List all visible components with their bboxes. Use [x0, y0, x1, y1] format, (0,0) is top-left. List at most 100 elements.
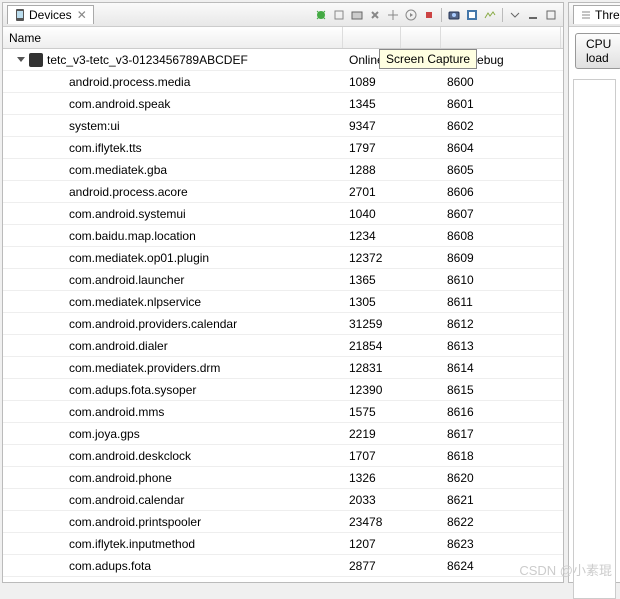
process-port: 8605	[441, 160, 561, 180]
process-name: com.iflytek.tts	[3, 138, 343, 158]
col-pid[interactable]	[343, 27, 401, 48]
process-pid: 2219	[343, 424, 401, 444]
device-row[interactable]: tetc_v3-tetc_v3-0123456789ABCDEFOnline5.…	[3, 49, 563, 71]
process-row[interactable]: android.process.acore2701 8606	[3, 181, 563, 203]
process-row[interactable]: com.iflytek.inputmethod12078623	[3, 533, 563, 555]
process-row[interactable]: com.iflytek.tts17978604	[3, 137, 563, 159]
process-pid: 1234	[343, 226, 401, 246]
minimize-icon[interactable]	[525, 7, 541, 23]
process-row[interactable]: system_process7658633	[3, 577, 563, 583]
process-pid: 1305	[343, 292, 401, 312]
process-row[interactable]: system:ui93478602	[3, 115, 563, 137]
debug-icon[interactable]	[313, 7, 329, 23]
process-pid: 31259	[343, 314, 401, 334]
process-name: com.android.launcher	[3, 270, 343, 290]
process-name: android.process.acore	[3, 182, 343, 202]
process-row[interactable]: com.android.dialer218548613	[3, 335, 563, 357]
process-pid: 1040	[343, 204, 401, 224]
heap-icon[interactable]	[331, 7, 347, 23]
col-name[interactable]: Name	[3, 27, 343, 48]
device-icon	[14, 8, 26, 22]
process-row[interactable]: com.baidu.map.location1234 8608	[3, 225, 563, 247]
process-row[interactable]: com.android.launcher13658610	[3, 269, 563, 291]
update-threads-icon[interactable]	[385, 7, 401, 23]
process-row[interactable]: com.mediatek.gba12888605	[3, 159, 563, 181]
process-row[interactable]: com.android.systemui10408607	[3, 203, 563, 225]
process-name: com.android.speak	[3, 94, 343, 114]
process-port: 8618	[441, 446, 561, 466]
stop-icon[interactable]	[421, 7, 437, 23]
process-name: system_process	[3, 578, 343, 584]
process-row[interactable]: android.process.media10898600	[3, 71, 563, 93]
threads-content	[573, 79, 616, 599]
process-port: 8615	[441, 380, 561, 400]
gc-icon[interactable]	[367, 7, 383, 23]
devices-toolbar	[313, 7, 559, 23]
devices-tab-label: Devices	[29, 8, 72, 22]
process-row[interactable]: com.android.phone13268620	[3, 467, 563, 489]
process-name: com.iflytek.inputmethod	[3, 534, 343, 554]
process-port: 8616	[441, 402, 561, 422]
col-port[interactable]	[441, 27, 561, 48]
process-pid: 1345	[343, 94, 401, 114]
process-name: com.joya.gps	[3, 424, 343, 444]
process-row[interactable]: com.adups.fota28778624	[3, 555, 563, 577]
watermark-right: CSDN @小素琨	[519, 560, 612, 579]
devices-tabbar: Devices ✕	[3, 3, 563, 27]
process-port: 8604	[441, 138, 561, 158]
threads-tab-label: Threads	[595, 8, 620, 22]
process-port: 8606	[441, 182, 561, 202]
process-row[interactable]: com.joya.gps22198617	[3, 423, 563, 445]
process-row[interactable]: com.mediatek.providers.drm128318614	[3, 357, 563, 379]
process-pid: 2877	[343, 556, 401, 576]
view-menu-icon[interactable]	[507, 7, 523, 23]
screen-capture-icon[interactable]	[446, 7, 462, 23]
process-row[interactable]: com.android.mms15758616	[3, 401, 563, 423]
process-port: 8621	[441, 490, 561, 510]
process-name: com.android.calendar	[3, 490, 343, 510]
devices-tab[interactable]: Devices ✕	[7, 5, 94, 24]
process-name: com.baidu.map.location	[3, 226, 343, 246]
process-pid: 1365	[343, 270, 401, 290]
process-port: 8612	[441, 314, 561, 334]
cpu-load-button[interactable]: CPU load	[575, 33, 620, 69]
process-port: 8608	[441, 226, 561, 246]
process-name: com.android.deskclock	[3, 446, 343, 466]
close-icon[interactable]: ✕	[77, 8, 87, 22]
tooltip-screen-capture: Screen Capture	[379, 49, 477, 69]
maximize-icon[interactable]	[543, 7, 559, 23]
process-name: com.mediatek.gba	[3, 160, 343, 180]
process-port: 8601	[441, 94, 561, 114]
process-row[interactable]: com.mediatek.op01.plugin123728609	[3, 247, 563, 269]
process-pid: 1575	[343, 402, 401, 422]
dump-icon[interactable]	[349, 7, 365, 23]
start-method-icon[interactable]	[403, 7, 419, 23]
threads-panel: Threads CPU load	[568, 2, 620, 583]
systrace-icon[interactable]	[482, 7, 498, 23]
process-pid: 12390	[343, 380, 401, 400]
expand-icon[interactable]	[17, 57, 25, 62]
process-row[interactable]: com.android.deskclock17078618	[3, 445, 563, 467]
process-port: 8620	[441, 468, 561, 488]
process-pid: 2701	[343, 182, 401, 202]
threads-tab[interactable]: Threads	[573, 5, 620, 24]
process-name: com.android.systemui	[3, 204, 343, 224]
process-name: com.android.dialer	[3, 336, 343, 356]
process-pid: 12372	[343, 248, 401, 268]
process-row[interactable]: com.android.providers.calendar312598612	[3, 313, 563, 335]
process-name: com.adups.fota.sysoper	[3, 380, 343, 400]
process-port: 8600	[441, 72, 561, 92]
process-name: com.android.printspooler	[3, 512, 343, 532]
process-row[interactable]: com.adups.fota.sysoper12390 8615	[3, 379, 563, 401]
process-pid: 9347	[343, 116, 401, 136]
process-pid: 1326	[343, 468, 401, 488]
process-row[interactable]: com.android.printspooler234788622	[3, 511, 563, 533]
process-row[interactable]: com.android.speak1345 8601	[3, 93, 563, 115]
process-row[interactable]: com.android.calendar20338621	[3, 489, 563, 511]
col-blank[interactable]	[401, 27, 441, 48]
process-port: 8614	[441, 358, 561, 378]
process-row[interactable]: com.mediatek.nlpservice13058611	[3, 291, 563, 313]
process-name: com.mediatek.op01.plugin	[3, 248, 343, 268]
dump-view-icon[interactable]	[464, 7, 480, 23]
process-pid: 1207	[343, 534, 401, 554]
